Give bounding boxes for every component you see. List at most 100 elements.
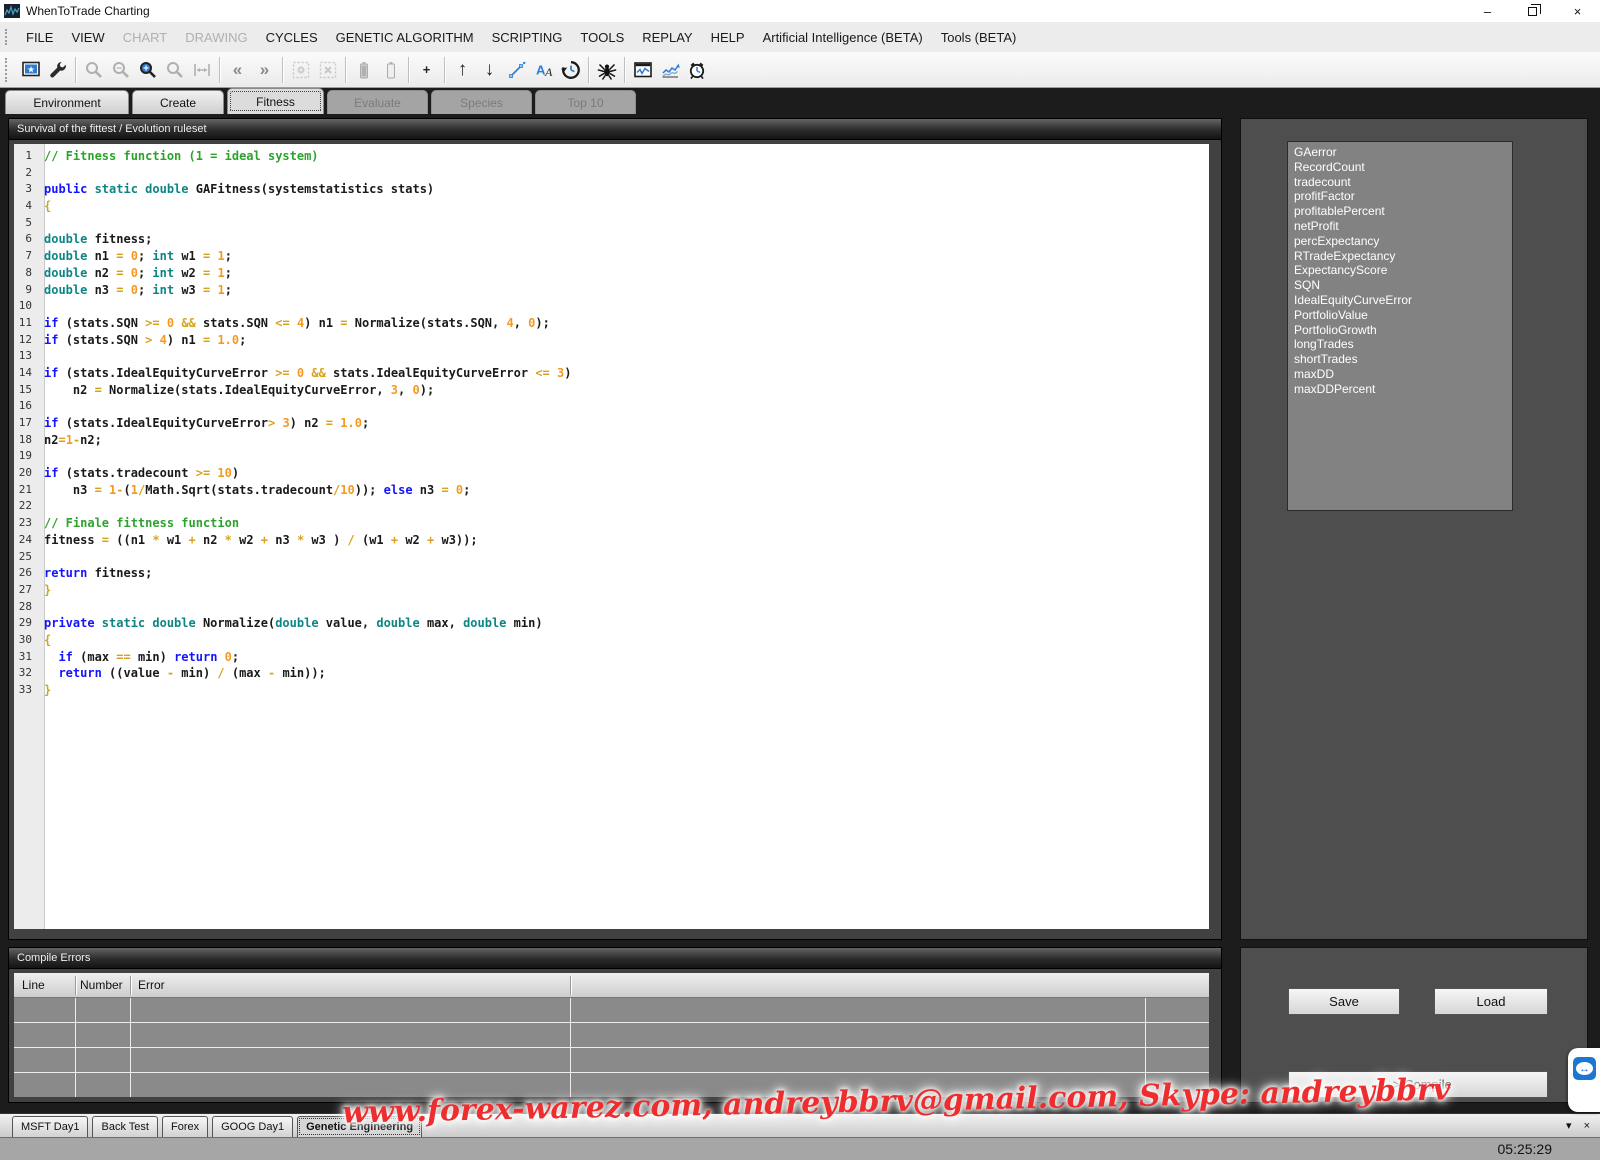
column-separator: [130, 976, 131, 995]
script-actions-panel: Save Load --> Compile: [1240, 947, 1588, 1103]
save-button[interactable]: Save: [1288, 988, 1400, 1015]
code-line: 5: [14, 215, 1209, 232]
stat-item-netprofit[interactable]: netProfit: [1294, 219, 1512, 234]
stat-item-profitfactor[interactable]: profitFactor: [1294, 189, 1512, 204]
maximize-button[interactable]: [1510, 0, 1555, 22]
workspace-tab-genetic-engineering[interactable]: Genetic Engineering: [297, 1116, 422, 1137]
workspace-tab-back-test[interactable]: Back Test: [92, 1116, 158, 1137]
stat-item-gaerror[interactable]: GAerror: [1294, 145, 1512, 160]
compile-errors-title: Compile Errors: [9, 948, 1221, 969]
battery-full-icon: [350, 56, 377, 83]
compile-errors-header: LineNumberError: [14, 973, 1209, 998]
menu-tools-beta[interactable]: Tools (BETA): [932, 22, 1026, 52]
spider-icon[interactable]: [593, 56, 620, 83]
arrow-up-icon[interactable]: ↑: [449, 56, 476, 83]
history-icon[interactable]: [557, 56, 584, 83]
code-line: 25: [14, 549, 1209, 566]
line-number: 29: [14, 615, 38, 632]
svg-text:A: A: [544, 65, 553, 79]
skip-back-icon[interactable]: «: [224, 56, 251, 83]
toolbar-separator: [624, 57, 625, 83]
stat-item-recordcount[interactable]: RecordCount: [1294, 160, 1512, 175]
tabstrip-dropdown-icon[interactable]: ▾: [1566, 1119, 1572, 1132]
font-icon[interactable]: AA: [530, 56, 557, 83]
add-icon[interactable]: +: [413, 56, 440, 83]
tabstrip-close-icon[interactable]: ×: [1584, 1120, 1590, 1132]
stats-listbox[interactable]: GAerrorRecordCounttradecountprofitFactor…: [1287, 141, 1513, 511]
line-number: 27: [14, 582, 38, 599]
chart-lines-icon[interactable]: [656, 56, 683, 83]
toolbar-separator: [408, 57, 409, 83]
toolbar-separator: [282, 57, 283, 83]
toolbar-separator: [345, 57, 346, 83]
error-row: [14, 998, 1209, 1023]
draw-line-icon[interactable]: [503, 56, 530, 83]
workspace-tab-forex[interactable]: Forex: [162, 1116, 208, 1137]
load-button[interactable]: Load: [1434, 988, 1548, 1015]
tab-environment[interactable]: Environment: [5, 90, 129, 114]
status-bar: 05:25:29: [0, 1137, 1600, 1160]
stat-item-tradecount[interactable]: tradecount: [1294, 175, 1512, 190]
stat-item-sqn[interactable]: SQN: [1294, 278, 1512, 293]
remote-control-popup[interactable]: ↔: [1568, 1048, 1600, 1112]
menu-file[interactable]: FILE: [17, 22, 62, 52]
error-row: [14, 1048, 1209, 1073]
line-number: 15: [14, 382, 38, 399]
stat-item-idealequitycurveerror[interactable]: IdealEquityCurveError: [1294, 293, 1512, 308]
menu-genetic-algorithm[interactable]: GENETIC ALGORITHM: [327, 22, 483, 52]
stat-item-portfoliogrowth[interactable]: PortfolioGrowth: [1294, 323, 1512, 338]
window-title: WhenToTrade Charting: [26, 4, 150, 18]
skip-forward-icon[interactable]: »: [251, 56, 278, 83]
line-number: 24: [14, 532, 38, 549]
line-number: 5: [14, 215, 38, 232]
stat-item-portfoliovalue[interactable]: PortfolioValue: [1294, 308, 1512, 323]
workspace-tab-msft-day1[interactable]: MSFT Day1: [12, 1116, 88, 1137]
code-line: 22: [14, 498, 1209, 515]
stat-item-expectancyscore[interactable]: ExpectancyScore: [1294, 263, 1512, 278]
minimize-button[interactable]: –: [1465, 0, 1510, 22]
line-number: 26: [14, 565, 38, 582]
stat-item-shorttrades[interactable]: shortTrades: [1294, 352, 1512, 367]
chart-window-icon[interactable]: [629, 56, 656, 83]
app-window: WhenToTrade Charting – × FILEVIEWCHARTDR…: [0, 0, 1600, 1160]
code-line: 10: [14, 298, 1209, 315]
menu-help[interactable]: HELP: [702, 22, 754, 52]
zoom-in-icon[interactable]: +: [134, 56, 161, 83]
column-separator: [570, 976, 571, 995]
code-line: 7double n1 = 0; int w1 = 1;: [14, 248, 1209, 265]
arrow-down-icon[interactable]: ↓: [476, 56, 503, 83]
stat-item-profitablepercent[interactable]: profitablePercent: [1294, 204, 1512, 219]
code-line: 9double n3 = 0; int w3 = 1;: [14, 282, 1209, 299]
status-clock: 05:25:29: [1498, 1141, 1553, 1157]
stat-item-maxddpercent[interactable]: maxDDPercent: [1294, 382, 1512, 397]
code-editor[interactable]: 1// Fitness function (1 = ideal system)2…: [14, 144, 1209, 929]
menu-scripting[interactable]: SCRIPTING: [483, 22, 572, 52]
code-line: 21 n3 = 1-(1/Math.Sqrt(stats.tradecount/…: [14, 482, 1209, 499]
compile-button[interactable]: --> Compile: [1288, 1071, 1548, 1098]
toolbar-separator: [444, 57, 445, 83]
stat-item-maxdd[interactable]: maxDD: [1294, 367, 1512, 382]
stat-item-longtrades[interactable]: longTrades: [1294, 337, 1512, 352]
compile-errors-panel: Compile Errors LineNumberError: [8, 947, 1222, 1103]
menu-tools[interactable]: TOOLS: [571, 22, 633, 52]
chart-properties-icon[interactable]: ★: [17, 56, 44, 83]
line-number: 20: [14, 465, 38, 482]
title-bar: WhenToTrade Charting – ×: [0, 0, 1600, 22]
alarm-clock-icon[interactable]: [683, 56, 710, 83]
stat-item-rtradeexpectancy[interactable]: RTradeExpectancy: [1294, 249, 1512, 264]
menu-replay[interactable]: REPLAY: [633, 22, 701, 52]
line-number: 32: [14, 665, 38, 682]
code-line: 14if (stats.IdealEquityCurveError >= 0 &…: [14, 365, 1209, 382]
wrench-icon[interactable]: [44, 56, 71, 83]
menu-cycles[interactable]: CYCLES: [257, 22, 327, 52]
fitness-editor-panel: Survival of the fittest / Evolution rule…: [8, 118, 1222, 940]
tab-create[interactable]: Create: [132, 90, 224, 114]
line-number: 6: [14, 231, 38, 248]
menu-view[interactable]: VIEW: [62, 22, 113, 52]
toolbar-separator: [588, 57, 589, 83]
workspace-tab-goog-day1[interactable]: GOOG Day1: [212, 1116, 293, 1137]
stat-item-percexpectancy[interactable]: percExpectancy: [1294, 234, 1512, 249]
tab-fitness[interactable]: Fitness: [227, 88, 324, 114]
close-button[interactable]: ×: [1555, 0, 1600, 22]
menu-artificial-intelligence-beta[interactable]: Artificial Intelligence (BETA): [754, 22, 932, 52]
